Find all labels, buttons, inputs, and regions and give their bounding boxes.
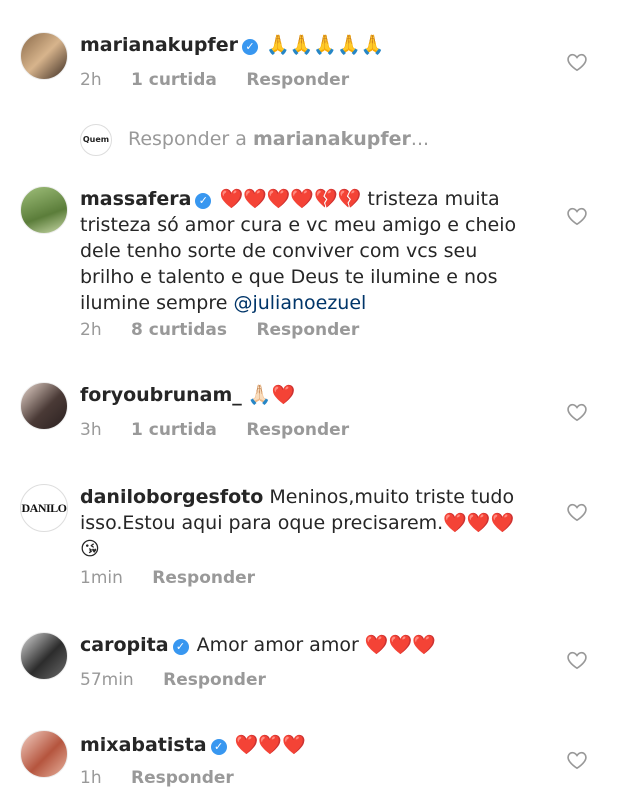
comment-username[interactable]: mixabatista (80, 734, 207, 756)
reply-button[interactable]: Responder (131, 768, 234, 788)
verified-badge-icon: ✓ (241, 39, 258, 55)
verified-badge-icon: ✓ (172, 639, 189, 655)
reply-input[interactable]: Responder a marianakupfer... (128, 128, 429, 150)
comment-username[interactable]: massafera (80, 188, 191, 210)
comment-meta: 2h 1 curtida Responder (80, 70, 373, 90)
comment-time: 3h (80, 420, 102, 440)
like-heart-icon[interactable] (566, 206, 588, 226)
reply-target: marianakupfer (252, 128, 411, 150)
like-heart-icon[interactable] (566, 52, 588, 72)
comment-text: daniloborgesfoto Meninos,muito triste tu… (80, 484, 530, 562)
reply-button[interactable]: Responder (152, 568, 255, 588)
comment-body: 🙏🏻❤️ (247, 384, 296, 406)
reply-button[interactable]: Responder (256, 320, 359, 340)
avatar-logo-text: DANILO (21, 501, 67, 515)
comment-time: 2h (80, 70, 102, 90)
comment-time: 2h (80, 320, 102, 340)
comment-text: massafera ✓ ❤️❤️❤️❤️💔💔 tristeza muita tri… (80, 186, 530, 316)
comment-likes[interactable]: 1 curtida (131, 70, 217, 90)
reply-button[interactable]: Responder (246, 70, 349, 90)
comment-text: marianakupfer ✓ 🙏🙏🙏🙏🙏 (80, 32, 530, 58)
reply-button[interactable]: Responder (163, 670, 266, 690)
comment-likes[interactable]: 8 curtidas (131, 320, 227, 340)
comment-body: ❤️❤️❤️ (234, 734, 306, 756)
avatar[interactable] (20, 632, 68, 680)
comment-time: 1h (80, 768, 102, 788)
comment-time: 57min (80, 670, 134, 690)
comment-likes[interactable]: 1 curtida (131, 420, 217, 440)
comment-time: 1min (80, 568, 123, 588)
comment-username[interactable]: caropita (80, 634, 169, 656)
comment-meta: 3h 1 curtida Responder (80, 420, 373, 440)
avatar[interactable] (20, 382, 68, 430)
verified-badge-icon: ✓ (210, 739, 227, 755)
comment-text: mixabatista ✓ ❤️❤️❤️ (80, 732, 530, 758)
comment-meta: 2h 8 curtidas Responder (80, 320, 383, 340)
comment-username[interactable]: foryoubrunam_ (80, 384, 242, 406)
reply-avatar: Quem (80, 124, 112, 156)
mention-link[interactable]: @julianoezuel (233, 292, 366, 314)
reply-suffix: ... (410, 128, 430, 150)
verified-badge-icon: ✓ (195, 193, 212, 209)
like-heart-icon[interactable] (566, 650, 588, 670)
like-heart-icon[interactable] (566, 502, 588, 522)
reply-button[interactable]: Responder (246, 420, 349, 440)
avatar[interactable] (20, 730, 68, 778)
comment-body: Amor amor amor ❤️❤️❤️ (196, 634, 436, 656)
comment-username[interactable]: marianakupfer (80, 34, 238, 56)
like-heart-icon[interactable] (566, 402, 588, 422)
avatar[interactable]: DANILO (20, 484, 68, 532)
comment-meta: 1h Responder (80, 768, 258, 788)
avatar[interactable] (20, 32, 68, 80)
reply-prefix: Responder a (128, 128, 253, 150)
comment-username[interactable]: daniloborgesfoto (80, 486, 263, 508)
like-heart-icon[interactable] (566, 750, 588, 770)
comment-meta: 57min Responder (80, 670, 290, 690)
comment-meta: 1min Responder (80, 568, 279, 588)
avatar[interactable] (20, 186, 68, 234)
comment-body: 🙏🙏🙏🙏🙏 (266, 34, 385, 56)
comment-text: caropita ✓ Amor amor amor ❤️❤️❤️ (80, 632, 530, 658)
comment-text: foryoubrunam_ 🙏🏻❤️ (80, 382, 530, 408)
